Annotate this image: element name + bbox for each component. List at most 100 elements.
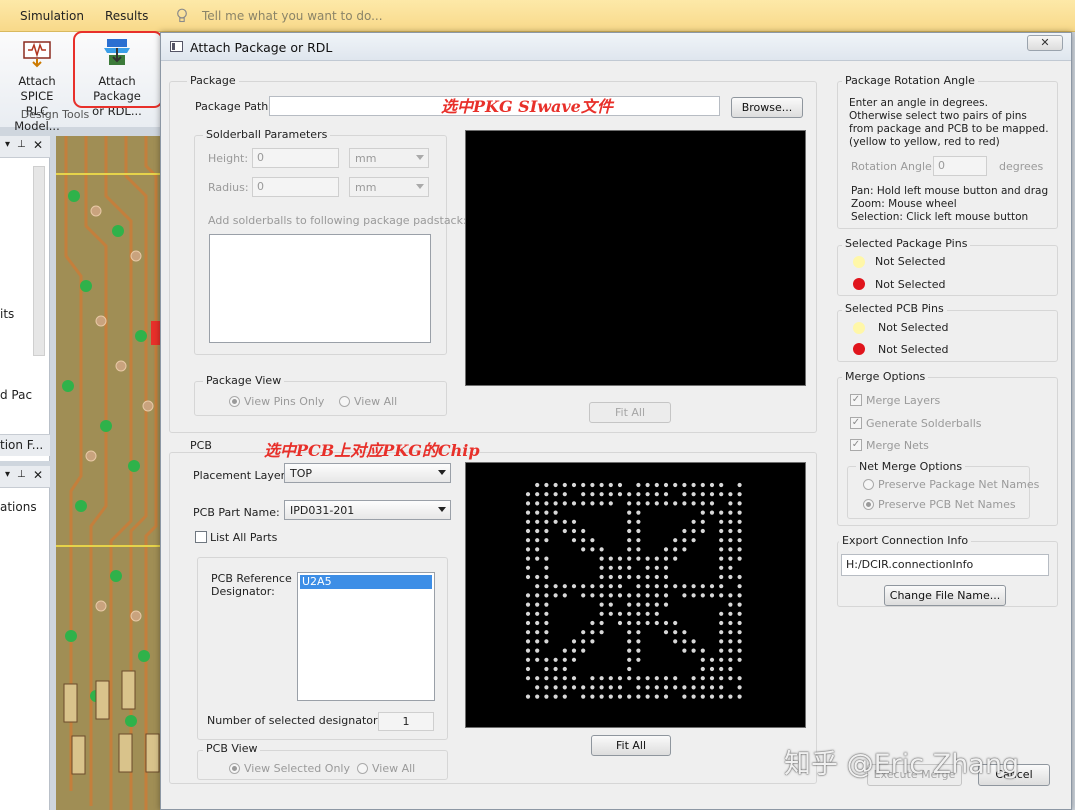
- pcb-pin[interactable]: [535, 648, 540, 653]
- pcb-pin[interactable]: [627, 547, 632, 552]
- pcb-pin[interactable]: [535, 620, 540, 626]
- pcb-pin[interactable]: [571, 584, 577, 589]
- rotation-angle-input[interactable]: 0: [933, 156, 987, 176]
- pcb-view-canvas[interactable]: [465, 462, 806, 728]
- pcb-pin[interactable]: [737, 657, 742, 662]
- pcb-pin[interactable]: [691, 593, 696, 598]
- list-item[interactable]: U2A5: [300, 575, 432, 589]
- pcb-pin[interactable]: [673, 584, 678, 589]
- pcb-pin[interactable]: [682, 593, 687, 598]
- pcb-pin[interactable]: [700, 685, 705, 690]
- pcb-pin[interactable]: [525, 574, 531, 580]
- pcb-pin[interactable]: [562, 666, 567, 672]
- pcb-pin[interactable]: [608, 694, 613, 699]
- pcb-pin[interactable]: [535, 492, 540, 497]
- pcb-pin[interactable]: [571, 519, 577, 524]
- browse-button[interactable]: Browse...: [731, 97, 803, 118]
- pcb-pin[interactable]: [673, 547, 678, 552]
- pcb-pin[interactable]: [544, 519, 549, 524]
- part-name-select[interactable]: IPD031-201: [284, 500, 451, 520]
- pcb-pin[interactable]: [562, 482, 567, 488]
- pcb-pin[interactable]: [728, 694, 733, 699]
- pcb-pin[interactable]: [728, 657, 733, 662]
- pcb-pin[interactable]: [581, 528, 586, 534]
- pcb-pin[interactable]: [682, 501, 687, 506]
- pcb-pin[interactable]: [719, 538, 724, 543]
- pcb-pin[interactable]: [700, 519, 705, 524]
- pcb-pin[interactable]: [590, 630, 595, 635]
- pcb-pin[interactable]: [553, 593, 558, 598]
- pcb-pin[interactable]: [719, 685, 724, 690]
- pcb-pin[interactable]: [553, 666, 558, 672]
- merge-layers-checkbox[interactable]: ✓: [850, 394, 862, 406]
- pcb-pin[interactable]: [728, 510, 733, 515]
- placement-layer-select[interactable]: TOP: [284, 463, 451, 483]
- pcb-pin[interactable]: [737, 528, 742, 534]
- pcb-pin[interactable]: [599, 492, 604, 497]
- pcb-pin[interactable]: [654, 492, 659, 497]
- tell-me-search[interactable]: Tell me what you want to do...: [202, 9, 383, 23]
- pcb-pin[interactable]: [737, 547, 742, 552]
- pcb-pin[interactable]: [737, 574, 742, 580]
- pcb-pin[interactable]: [544, 565, 549, 570]
- pcb-pin[interactable]: [700, 482, 705, 488]
- pcb-pin[interactable]: [636, 676, 641, 681]
- pcb-pin[interactable]: [709, 694, 715, 699]
- pcb-pin[interactable]: [608, 482, 613, 488]
- pcb-pin[interactable]: [682, 547, 687, 552]
- pcb-pin[interactable]: [719, 510, 724, 515]
- pcb-pin[interactable]: [673, 501, 678, 506]
- pcb-pin[interactable]: [590, 492, 595, 497]
- pcb-pin[interactable]: [525, 666, 531, 672]
- pcb-pin[interactable]: [636, 657, 641, 662]
- pcb-pin[interactable]: [525, 694, 531, 699]
- pcb-pin[interactable]: [691, 492, 696, 497]
- pcb-pin[interactable]: [544, 510, 549, 515]
- pcb-pin[interactable]: [590, 676, 595, 681]
- pcb-pin[interactable]: [728, 620, 733, 626]
- pcb-pin[interactable]: [728, 574, 733, 580]
- pcb-pin[interactable]: [636, 556, 641, 561]
- pcb-pin[interactable]: [654, 685, 659, 690]
- pcb-pin[interactable]: [562, 648, 567, 653]
- pcb-pin[interactable]: [719, 565, 724, 570]
- pcb-pin[interactable]: [553, 694, 558, 699]
- pcb-pin[interactable]: [525, 611, 531, 616]
- pcb-pin[interactable]: [599, 593, 604, 598]
- pcb-pin[interactable]: [737, 482, 742, 488]
- pcb-pin[interactable]: [719, 528, 724, 534]
- pcb-pin[interactable]: [737, 593, 742, 598]
- pcb-pin[interactable]: [737, 492, 742, 497]
- pcb-pin[interactable]: [645, 685, 650, 690]
- pcb-pin[interactable]: [525, 538, 531, 543]
- pcb-pin[interactable]: [654, 501, 659, 506]
- pcb-pin[interactable]: [599, 584, 604, 589]
- pcb-pin[interactable]: [728, 676, 733, 681]
- pcb-pin[interactable]: [581, 648, 586, 653]
- pcb-pin[interactable]: [627, 538, 632, 543]
- pcb-pin[interactable]: [645, 501, 650, 506]
- pcb-pin[interactable]: [535, 519, 540, 524]
- pcb-pin[interactable]: [636, 510, 641, 515]
- pcb-pin[interactable]: [627, 657, 632, 662]
- close-icon[interactable]: ✕: [33, 468, 43, 482]
- pcb-pin[interactable]: [581, 482, 586, 488]
- pcb-pin[interactable]: [544, 528, 549, 534]
- pcb-pin[interactable]: [719, 593, 724, 598]
- pcb-pin[interactable]: [544, 657, 549, 662]
- pcb-pin[interactable]: [571, 648, 577, 653]
- pcb-pin[interactable]: [525, 630, 531, 635]
- pcb-pin[interactable]: [636, 538, 641, 543]
- pcb-pin[interactable]: [709, 685, 715, 690]
- pcb-pin[interactable]: [535, 611, 540, 616]
- pcb-pin[interactable]: [636, 482, 641, 488]
- pcb-pin[interactable]: [682, 482, 687, 488]
- pcb-pin[interactable]: [599, 501, 604, 506]
- pcb-pin[interactable]: [691, 538, 696, 543]
- pcb-pin[interactable]: [627, 528, 632, 534]
- pcb-pin[interactable]: [599, 574, 604, 580]
- pcb-pin[interactable]: [654, 620, 659, 626]
- pcb-pin[interactable]: [544, 611, 549, 616]
- pcb-pin[interactable]: [581, 584, 586, 589]
- pcb-pin[interactable]: [562, 528, 567, 534]
